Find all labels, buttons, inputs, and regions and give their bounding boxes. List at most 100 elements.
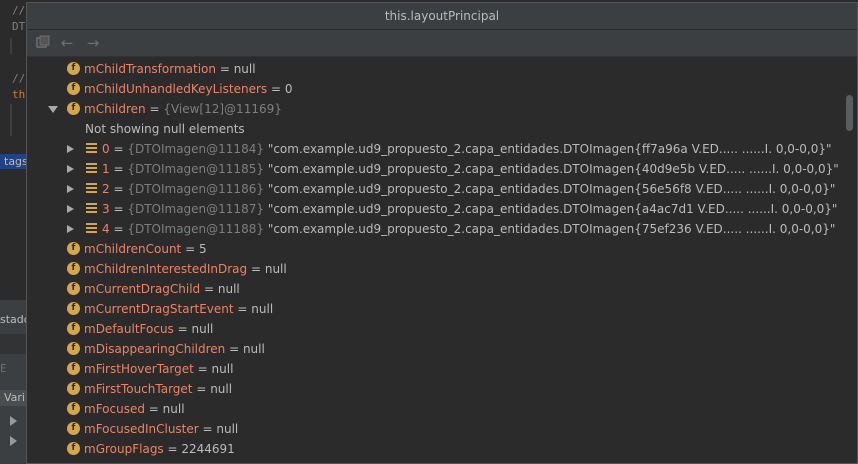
array-element-row[interactable]: 1 = {DTOImagen@11185} "com.example.ud9_p… bbox=[27, 159, 843, 179]
collapse-arrow-icon[interactable] bbox=[48, 106, 58, 113]
toolbar: ← → bbox=[27, 30, 857, 57]
array-element-row[interactable]: 4 = {DTOImagen@11188} "com.example.ud9_p… bbox=[27, 219, 843, 239]
field-row[interactable]: f mChildrenInterestedInDrag = null bbox=[27, 259, 843, 279]
field-icon: f bbox=[67, 382, 80, 395]
element-value: "com.example.ud9_propuesto_2.capa_entida… bbox=[267, 222, 836, 236]
field-row[interactable]: f mFirstTouchTarget = null bbox=[27, 379, 843, 399]
element-index: 0 bbox=[102, 142, 110, 156]
element-value: "com.example.ud9_propuesto_2.capa_entida… bbox=[267, 142, 832, 156]
variable-inspector-popup: this.layoutPrincipal ← → f mChildTransfor… bbox=[26, 2, 858, 464]
expand-arrow-icon[interactable] bbox=[10, 416, 17, 426]
field-icon: f bbox=[67, 262, 80, 275]
field-row[interactable]: f mGroupFlags = 2244691 bbox=[27, 439, 843, 459]
back-arrow-icon[interactable]: ← bbox=[59, 35, 75, 51]
field-value: 0 bbox=[284, 82, 293, 96]
field-name: mGroupFlags bbox=[84, 442, 164, 456]
field-text: mFirstHoverTarget = null bbox=[84, 359, 233, 379]
field-row[interactable]: f mDefaultFocus = null bbox=[27, 319, 843, 339]
equals-sign: = bbox=[200, 282, 218, 296]
field-row[interactable]: f mCurrentDragChild = null bbox=[27, 279, 843, 299]
window-title[interactable]: this.layoutPrincipal bbox=[27, 3, 857, 30]
field-value: null bbox=[264, 262, 287, 276]
field-row[interactable]: f mChildren = {View[12]@11169} bbox=[27, 99, 843, 119]
field-text: mCurrentDragStartEvent = null bbox=[84, 299, 273, 319]
expand-arrow-icon[interactable] bbox=[67, 165, 74, 173]
field-value: {View[12]@11169} bbox=[163, 102, 282, 116]
code-line: // bbox=[12, 72, 26, 85]
equals-sign: = bbox=[144, 402, 163, 416]
element-text: 4 = {DTOImagen@11188} "com.example.ud9_p… bbox=[102, 219, 835, 239]
element-ref: {DTOImagen@11185} bbox=[127, 162, 264, 176]
field-icon: f bbox=[67, 322, 80, 335]
array-element-row[interactable]: 3 = {DTOImagen@11187} "com.example.ud9_p… bbox=[27, 199, 843, 219]
field-name: mCurrentDragStartEvent bbox=[84, 302, 234, 316]
equals-sign: = bbox=[109, 202, 128, 216]
array-element-icon bbox=[86, 163, 97, 174]
field-name: mChildTransformation bbox=[84, 62, 216, 76]
field-icon: f bbox=[67, 342, 80, 355]
field-name: mChildUnhandledKeyListeners bbox=[84, 82, 268, 96]
field-icon: f bbox=[67, 422, 80, 435]
field-row[interactable]: f mChildUnhandledKeyListeners = 0 bbox=[27, 79, 843, 99]
element-value: "com.example.ud9_propuesto_2.capa_entida… bbox=[267, 182, 836, 196]
field-value: null bbox=[233, 62, 256, 76]
vertical-scrollbar[interactable] bbox=[843, 57, 857, 463]
field-row[interactable]: f mFocused = null bbox=[27, 399, 843, 419]
panel-label: E bbox=[0, 362, 7, 375]
field-icon: f bbox=[67, 242, 80, 255]
field-icon: f bbox=[67, 102, 80, 115]
scrollbar-thumb[interactable] bbox=[846, 95, 853, 131]
field-value: 5 bbox=[198, 242, 207, 256]
field-text: mChildrenCount = 5 bbox=[84, 239, 207, 259]
field-text: mDefaultFocus = null bbox=[84, 319, 213, 339]
field-icon: f bbox=[67, 402, 80, 415]
expand-arrow-icon[interactable] bbox=[67, 185, 74, 193]
field-name: mChildren bbox=[84, 102, 146, 116]
field-text: mFirstTouchTarget = null bbox=[84, 379, 232, 399]
field-row[interactable]: f mFocusedInCluster = null bbox=[27, 419, 843, 439]
equals-sign: = bbox=[109, 182, 128, 196]
note-text: Not showing null elements bbox=[85, 122, 245, 136]
field-name: mFirstHoverTarget bbox=[84, 362, 194, 376]
field-row[interactable]: f mFirstHoverTarget = null bbox=[27, 359, 843, 379]
expand-arrow-icon[interactable] bbox=[67, 225, 74, 233]
field-name: mChildrenCount bbox=[84, 242, 182, 256]
equals-sign: = bbox=[109, 162, 128, 176]
element-text: 3 = {DTOImagen@11187} "com.example.ud9_p… bbox=[102, 199, 837, 219]
element-value: "com.example.ud9_propuesto_2.capa_entida… bbox=[267, 162, 839, 176]
field-value: null bbox=[242, 342, 265, 356]
equals-sign: = bbox=[267, 82, 285, 96]
field-value: null bbox=[217, 282, 240, 296]
field-row[interactable]: f mChildrenCount = 5 bbox=[27, 239, 843, 259]
expand-arrow-icon[interactable] bbox=[10, 436, 17, 446]
copy-layout-icon[interactable] bbox=[35, 35, 51, 51]
element-text: 1 = {DTOImagen@11185} "com.example.ud9_p… bbox=[102, 159, 839, 179]
gutter-mark bbox=[10, 38, 12, 54]
equals-sign: = bbox=[247, 262, 265, 276]
equals-sign: = bbox=[193, 362, 212, 376]
field-text: mCurrentDragChild = null bbox=[84, 279, 240, 299]
element-ref: {DTOImagen@11186} bbox=[127, 182, 264, 196]
array-element-icon bbox=[86, 183, 97, 194]
equals-sign: = bbox=[181, 242, 199, 256]
field-row[interactable]: f mChildTransformation = null bbox=[27, 59, 843, 79]
equals-sign: = bbox=[225, 342, 243, 356]
field-text: mFocused = null bbox=[84, 399, 185, 419]
field-value: null bbox=[210, 382, 233, 396]
expand-arrow-icon[interactable] bbox=[67, 145, 74, 153]
expand-arrow-icon[interactable] bbox=[67, 205, 74, 213]
array-element-row[interactable]: 2 = {DTOImagen@11186} "com.example.ud9_p… bbox=[27, 179, 843, 199]
array-element-row[interactable]: 0 = {DTOImagen@11184} "com.example.ud9_p… bbox=[27, 139, 843, 159]
field-text: mChildUnhandledKeyListeners = 0 bbox=[84, 79, 292, 99]
equals-sign: = bbox=[216, 62, 234, 76]
field-row[interactable]: f mCurrentDragStartEvent = null bbox=[27, 299, 843, 319]
field-text: mFocusedInCluster = null bbox=[84, 419, 238, 439]
element-index: 3 bbox=[102, 202, 110, 216]
field-row[interactable]: f mDisappearingChildren = null bbox=[27, 339, 843, 359]
forward-arrow-icon[interactable]: → bbox=[85, 35, 101, 51]
code-line: DT bbox=[12, 20, 26, 33]
code-line: th bbox=[12, 88, 26, 101]
equals-sign: = bbox=[198, 422, 217, 436]
element-text: 0 = {DTOImagen@11184} "com.example.ud9_p… bbox=[102, 139, 832, 159]
code-line: // bbox=[12, 4, 26, 17]
